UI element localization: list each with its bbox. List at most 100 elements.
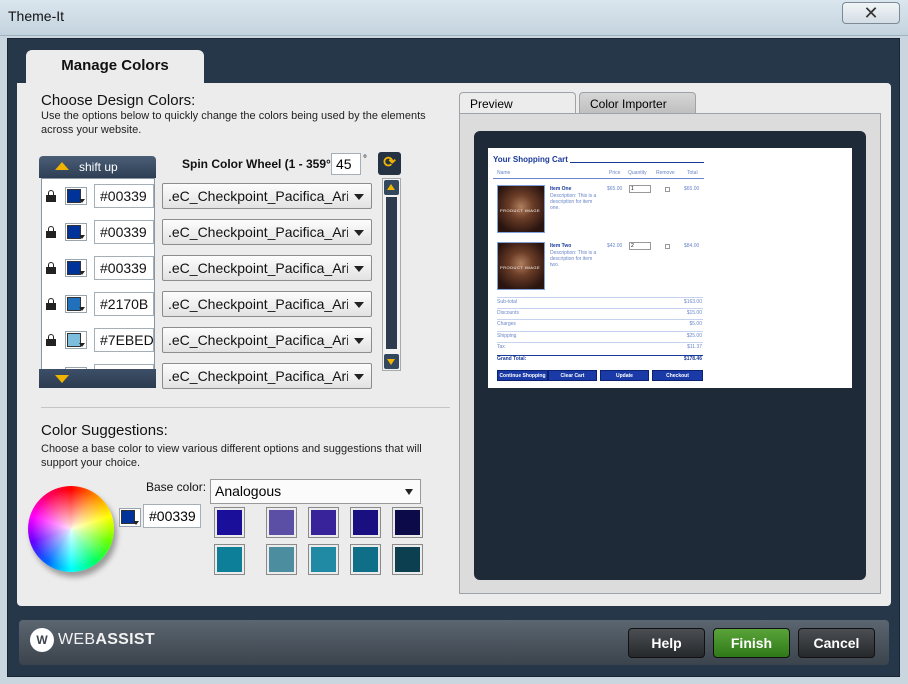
shift-up-button[interactable]: shift up (39, 156, 156, 178)
cart-column-header: Total (687, 170, 698, 176)
shopping-cart-preview: Your Shopping Cart Grand Total: $178.46 … (488, 148, 852, 388)
summary-label: Sub-total (497, 299, 518, 305)
summary-label: Tax (497, 344, 505, 350)
spin-refresh-icon[interactable]: ⟳ (378, 152, 401, 175)
base-color-hex-input[interactable]: #00339 (143, 504, 201, 528)
close-icon[interactable]: ✕ (842, 2, 900, 24)
css-class-value: .eC_Checkpoint_Pacifica_Arial (168, 260, 348, 276)
base-color-label: Base color: (146, 480, 207, 494)
summary-value: $11.37 (687, 344, 702, 350)
color-hex-input[interactable]: #00339 (94, 184, 154, 208)
item-name: Item Two (550, 243, 572, 249)
item-name: Item One (550, 186, 572, 192)
cart-action-button[interactable]: Clear Cart (548, 370, 597, 381)
suggestion-swatch[interactable] (266, 544, 297, 575)
base-color-mode-value: Analogous (215, 483, 282, 499)
summary-value: $15.00 (686, 310, 702, 316)
css-class-select[interactable]: .eC_Checkpoint_Pacifica_Arial (162, 327, 372, 353)
product-image: PRODUCT IMAGE (497, 242, 545, 290)
color-hex-input[interactable]: #2170B (94, 292, 154, 316)
suggestion-swatch[interactable] (214, 507, 245, 538)
tab-preview[interactable]: Preview (459, 92, 576, 115)
dropdown-arrow-icon (79, 343, 85, 347)
color-hex-input[interactable]: #00339 (94, 256, 154, 280)
scroll-thumb[interactable] (386, 197, 397, 349)
arrow-down-icon (55, 375, 69, 383)
item-price: $42.00 (607, 243, 623, 249)
logo-text-web: WEB (58, 631, 96, 648)
css-class-select[interactable]: .eC_Checkpoint_Pacifica_Arial (162, 183, 372, 209)
color-swatch-button[interactable] (65, 295, 87, 313)
webassist-logo-text: WEBASSIST (58, 631, 155, 649)
lock-icon[interactable] (46, 298, 56, 310)
summary-row: Charges $5.00 (497, 319, 703, 330)
shift-down-button[interactable] (39, 369, 156, 388)
design-colors-description: Use the options below to quickly change … (41, 110, 426, 136)
lock-icon[interactable] (46, 226, 56, 238)
css-class-select[interactable]: .eC_Checkpoint_Pacifica_Arial (162, 219, 372, 245)
spin-wheel-input[interactable]: 45 (331, 153, 361, 175)
help-button[interactable]: Help (628, 628, 705, 658)
color-hex-input[interactable]: #7EBED (94, 328, 154, 352)
suggestion-swatch[interactable] (308, 507, 339, 538)
lock-icon[interactable] (46, 262, 56, 274)
color-suggestions-description: Choose a base color to view various diff… (41, 443, 422, 469)
base-color-swatch-button[interactable] (119, 508, 141, 527)
item-quantity-input[interactable]: 1 (629, 185, 651, 193)
suggestion-swatch[interactable] (350, 507, 381, 538)
css-class-select[interactable]: .eC_Checkpoint_Pacifica_Arial (162, 363, 372, 389)
color-swatch-button[interactable] (65, 223, 87, 241)
suggestion-swatch[interactable] (350, 544, 381, 575)
scroll-up-icon[interactable] (384, 180, 399, 195)
chevron-down-icon (354, 230, 364, 236)
suggestion-swatch[interactable] (308, 544, 339, 575)
css-class-select[interactable]: .eC_Checkpoint_Pacifica_Arial (162, 291, 372, 317)
summary-value: $25.00 (686, 333, 702, 339)
finish-button[interactable]: Finish (713, 628, 790, 658)
css-class-value: .eC_Checkpoint_Pacifica_Arial (168, 296, 348, 312)
suggestion-swatch[interactable] (392, 544, 423, 575)
dropdown-arrow-icon (79, 235, 85, 239)
summary-row: Shipping $25.00 (497, 331, 703, 342)
cart-column-header: Quantity (628, 170, 647, 176)
window-titlebar: Theme-It ✕ (0, 0, 908, 36)
summary-label: Charges (497, 321, 516, 327)
css-class-value: .eC_Checkpoint_Pacifica_Arial (168, 224, 348, 240)
cart-action-button[interactable]: Update (600, 370, 649, 381)
cart-title: Your Shopping Cart (493, 155, 568, 164)
design-colors-heading: Choose Design Colors: (41, 92, 196, 109)
color-list-scrollbar[interactable] (382, 178, 401, 371)
cart-header-rule (493, 178, 704, 179)
summary-row: Tax $11.37 (497, 342, 703, 353)
product-image: PRODUCT IMAGE (497, 185, 545, 233)
chevron-down-icon (354, 302, 364, 308)
css-class-value: .eC_Checkpoint_Pacifica_Arial (168, 332, 348, 348)
remove-checkbox[interactable] (665, 244, 670, 249)
remove-checkbox[interactable] (665, 187, 670, 192)
product-image-label: PRODUCT IMAGE (500, 265, 541, 270)
base-color-mode-select[interactable]: Analogous (210, 479, 421, 504)
suggestion-swatch[interactable] (266, 507, 297, 538)
item-quantity-input[interactable]: 2 (629, 242, 651, 250)
summary-value: $163.00 (683, 299, 702, 305)
window-title: Theme-It (8, 8, 65, 24)
suggestion-swatch[interactable] (214, 544, 245, 575)
item-description: Description: This is a description for i… (550, 193, 597, 211)
summary-row: Sub-total $163.00 (497, 297, 703, 308)
color-hex-input[interactable]: #00339 (94, 220, 154, 244)
scroll-down-icon[interactable] (384, 354, 399, 369)
color-swatch-button[interactable] (65, 331, 87, 349)
cart-action-button[interactable]: Continue Shopping (497, 370, 548, 381)
color-swatch-button[interactable] (65, 259, 87, 277)
tab-color-importer[interactable]: Color Importer (579, 92, 696, 115)
cart-action-button[interactable]: Checkout (652, 370, 703, 381)
color-swatch-button[interactable] (65, 187, 87, 205)
lock-icon[interactable] (46, 190, 56, 202)
cancel-button[interactable]: Cancel (798, 628, 875, 658)
css-class-select[interactable]: .eC_Checkpoint_Pacifica_Arial (162, 255, 372, 281)
color-wheel[interactable] (28, 486, 114, 572)
lock-icon[interactable] (46, 334, 56, 346)
suggestion-swatch[interactable] (392, 507, 423, 538)
css-class-value: .eC_Checkpoint_Pacifica_Arial (168, 368, 348, 384)
tab-manage-colors[interactable]: Manage Colors (26, 50, 204, 84)
